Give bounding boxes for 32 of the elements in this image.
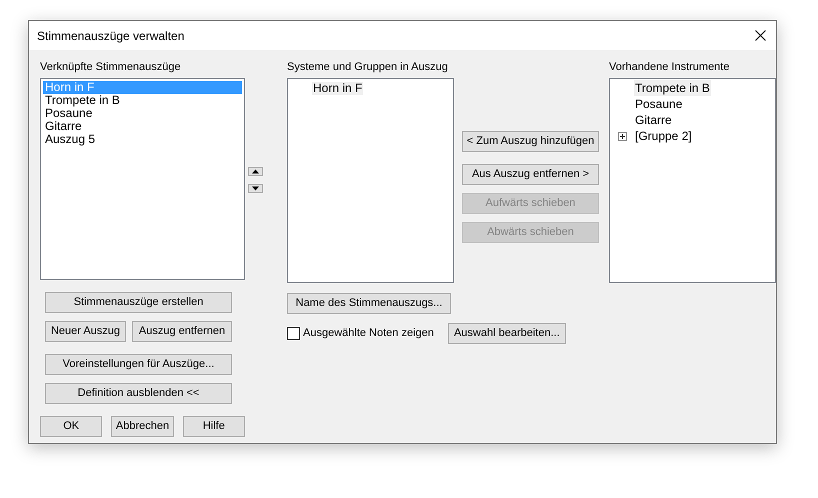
- button[interactable]: Aus Auszug entfernen >: [462, 164, 599, 185]
- button[interactable]: Auszug entfernen: [132, 321, 232, 342]
- button[interactable]: Stimmenauszüge erstellen: [45, 292, 232, 313]
- tree-item[interactable]: Gitarre: [634, 112, 673, 128]
- tree-item[interactable]: Trompete in B: [634, 80, 711, 96]
- parts-list[interactable]: Horn in F Trompete in B Posaune Gitarre Auszug 5: [40, 78, 245, 280]
- close-icon[interactable]: [755, 30, 766, 41]
- list-item[interactable]: Trompete in B: [43, 94, 242, 107]
- list-item[interactable]: Gitarre: [43, 120, 242, 133]
- list-label: Systeme und Gruppen in Auszug: [287, 60, 449, 75]
- button[interactable]: Name des Stimmenauszugs...: [287, 293, 451, 314]
- list-item[interactable]: Posaune: [43, 107, 242, 120]
- instruments-tree[interactable]: Trompete in B Posaune Gitarre [Gruppe 2]: [609, 78, 776, 283]
- button[interactable]: Auswahl bearbeiten...: [448, 323, 566, 344]
- staves-list[interactable]: Horn in F: [287, 78, 454, 283]
- button[interactable]: Abbrechen: [111, 416, 174, 437]
- button[interactable]: Voreinstellungen für Auszüge...: [45, 354, 232, 375]
- button[interactable]: Hilfe: [182, 416, 245, 437]
- list-item[interactable]: Horn in F: [312, 82, 364, 95]
- tree-item[interactable]: [Gruppe 2]: [634, 128, 693, 144]
- button[interactable]: < Zum Auszug hinzufügen: [462, 131, 599, 152]
- window-title: Stimmenauszüge verwalten: [37, 28, 184, 44]
- tree-item[interactable]: Posaune: [634, 96, 684, 112]
- list-item[interactable]: Auszug 5: [43, 133, 242, 146]
- button[interactable]: OK: [40, 416, 102, 437]
- checkbox[interactable]: [287, 327, 300, 340]
- button[interactable]: Definition ausblenden <<: [45, 383, 232, 404]
- button[interactable]: Neuer Auszug: [45, 321, 126, 342]
- checkbox-label: Ausgewählte Noten zeigen: [303, 326, 434, 342]
- expand-icon[interactable]: [618, 132, 626, 140]
- list-label: Vorhandene Instrumente: [609, 60, 730, 75]
- list-label: Verknüpfte Stimmenauszüge: [40, 60, 182, 75]
